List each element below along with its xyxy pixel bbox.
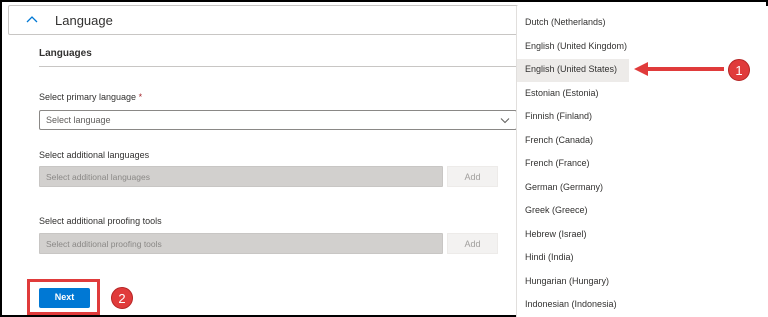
- primary-language-select[interactable]: Select language: [39, 110, 517, 130]
- dropdown-option[interactable]: Greek (Greece): [517, 200, 768, 223]
- dropdown-option[interactable]: Finnish (Finland): [517, 106, 768, 129]
- add-proofing-label: Add: [464, 239, 481, 249]
- step-1-badge: 1: [728, 59, 750, 81]
- proofing-tools-input[interactable]: Select additional proofing tools: [39, 233, 443, 254]
- dropdown-option-selected[interactable]: English (United States): [517, 59, 629, 82]
- additional-languages-placeholder: Select additional languages: [46, 172, 150, 182]
- next-button-label: Next: [54, 292, 75, 302]
- primary-language-label: Select primary language *: [39, 92, 142, 102]
- dropdown-option[interactable]: French (Canada): [517, 130, 768, 153]
- next-highlight-box: Next: [27, 279, 100, 315]
- add-language-label: Add: [464, 172, 481, 182]
- annotation-arrow-icon: [634, 62, 724, 76]
- section-title: Language: [55, 13, 113, 28]
- dropdown-option[interactable]: Hungarian (Hungary): [517, 271, 768, 294]
- primary-language-placeholder: Select language: [46, 115, 111, 125]
- divider: [39, 66, 517, 67]
- proofing-tools-label: Select additional proofing tools: [39, 216, 162, 226]
- dropdown-option[interactable]: French (France): [517, 153, 768, 176]
- step-2-badge: 2: [111, 287, 133, 309]
- add-proofing-button[interactable]: Add: [447, 233, 498, 254]
- dropdown-option[interactable]: Hebrew (Israel): [517, 224, 768, 247]
- language-section-header[interactable]: Language: [8, 5, 518, 35]
- languages-heading: Languages: [39, 48, 92, 59]
- primary-language-label-text: Select primary language: [39, 92, 137, 102]
- add-language-button[interactable]: Add: [447, 166, 498, 187]
- dropdown-option[interactable]: Dutch (Netherlands): [517, 12, 768, 35]
- dropdown-option[interactable]: Hindi (India): [517, 247, 768, 270]
- dropdown-option[interactable]: Indonesian (Indonesia): [517, 294, 768, 317]
- dropdown-option[interactable]: German (Germany): [517, 177, 768, 200]
- chevron-down-icon: [500, 118, 510, 124]
- dropdown-option[interactable]: English (United Kingdom): [517, 36, 768, 59]
- step-1-number: 1: [735, 63, 743, 78]
- chevron-up-icon: [26, 16, 38, 23]
- next-button[interactable]: Next: [39, 288, 90, 308]
- dropdown-option[interactable]: Estonian (Estonia): [517, 83, 768, 106]
- additional-languages-input[interactable]: Select additional languages: [39, 166, 443, 187]
- language-dropdown-list[interactable]: Dutch (Netherlands) English (United King…: [516, 6, 768, 317]
- required-marker: *: [138, 92, 143, 102]
- additional-languages-label: Select additional languages: [39, 150, 150, 160]
- window-frame: Language Languages Select primary langua…: [0, 0, 768, 317]
- proofing-tools-placeholder: Select additional proofing tools: [46, 239, 162, 249]
- step-2-number: 2: [118, 291, 126, 306]
